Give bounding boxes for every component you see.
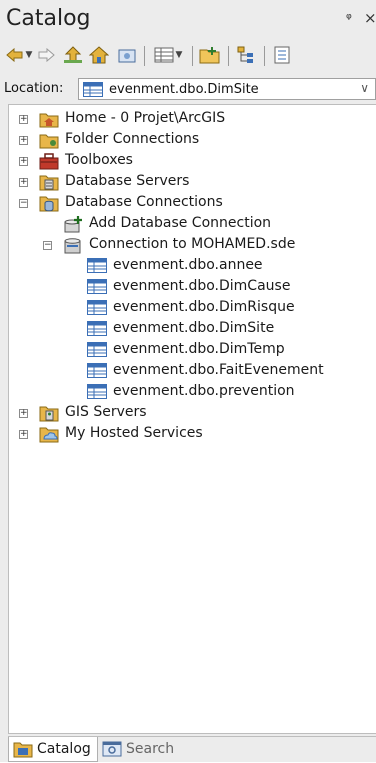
- expand-icon[interactable]: +: [19, 409, 28, 418]
- tree-node-database-servers[interactable]: + Database Servers: [9, 172, 369, 193]
- tab-search[interactable]: Search: [98, 737, 180, 761]
- add-connection-icon: [64, 216, 82, 233]
- connect-folder-icon: [199, 47, 220, 64]
- collapse-icon[interactable]: −: [43, 241, 52, 250]
- catalog-tree: + Home - 0 Projet\ArcGIS + Folder Connec…: [8, 104, 376, 734]
- tree-node-toolboxes[interactable]: + Toolboxes: [9, 151, 369, 172]
- expand-icon[interactable]: +: [19, 115, 28, 124]
- toolbox-icon: [39, 153, 59, 170]
- tree-node-sde-connection[interactable]: − Connection to MOHAMED.sde: [9, 235, 369, 256]
- tree-node-table[interactable]: evenment.dbo.prevention: [9, 382, 369, 403]
- home-button[interactable]: [88, 44, 110, 66]
- tree-node-table[interactable]: evenment.dbo.annee: [9, 256, 369, 277]
- table-icon: [87, 363, 107, 378]
- panel-tabs: Catalog Search: [8, 736, 376, 763]
- tree-node-add-database-connection[interactable]: Add Database Connection: [9, 214, 369, 235]
- sde-connection-icon: [64, 238, 81, 254]
- panel-title-bar: Catalog ᵠ ×: [0, 0, 376, 36]
- folder-icon: [39, 134, 59, 149]
- up-one-level-icon: [64, 46, 82, 63]
- tree-node-table[interactable]: evenment.dbo.FaitEvenement: [9, 361, 369, 382]
- expand-icon[interactable]: +: [19, 136, 28, 145]
- collapse-icon[interactable]: −: [19, 199, 28, 208]
- expand-icon[interactable]: +: [19, 178, 28, 187]
- tree-node-gis-servers[interactable]: + GIS Servers: [9, 403, 369, 424]
- catalog-toolbar: ▼ ▼: [0, 38, 376, 72]
- table-icon: [87, 258, 107, 273]
- connect-folder-button[interactable]: [198, 44, 222, 66]
- back-button[interactable]: ▼: [4, 44, 34, 66]
- database-connections-icon: [39, 196, 59, 212]
- tree-icon: [237, 46, 253, 63]
- table-icon: [87, 342, 107, 357]
- location-label: Location:: [4, 81, 64, 96]
- back-arrow-icon: [5, 48, 23, 62]
- properties-button[interactable]: [270, 44, 294, 66]
- forward-arrow-icon: [38, 48, 55, 62]
- gis-server-icon: [39, 406, 59, 422]
- location-combobox[interactable]: evenment.dbo.DimSite ∨: [78, 78, 376, 100]
- table-icon: [87, 300, 107, 315]
- table-icon: [87, 279, 107, 294]
- close-icon[interactable]: ×: [364, 9, 376, 27]
- database-server-icon: [39, 175, 59, 191]
- toggle-contents-icon: [118, 49, 136, 63]
- tree-node-table[interactable]: evenment.dbo.DimRisque: [9, 298, 369, 319]
- location-value: evenment.dbo.DimSite: [109, 82, 259, 97]
- home-folder-icon: [39, 113, 59, 128]
- view-options-button[interactable]: ▼: [150, 44, 186, 66]
- expand-icon[interactable]: +: [19, 157, 28, 166]
- tree-node-my-hosted-services[interactable]: + My Hosted Services: [9, 424, 369, 445]
- properties-icon: [274, 46, 290, 64]
- tree-view-button[interactable]: [234, 44, 258, 66]
- table-icon: [87, 321, 107, 336]
- chevron-down-icon[interactable]: ∨: [360, 81, 369, 95]
- toggle-contents-button[interactable]: [116, 44, 138, 66]
- search-window-icon: [102, 741, 122, 757]
- tree-node-database-connections[interactable]: − Database Connections: [9, 193, 369, 214]
- up-one-level-button[interactable]: [62, 44, 84, 66]
- tree-node-folder-connections[interactable]: + Folder Connections: [9, 130, 369, 151]
- expand-icon[interactable]: +: [19, 430, 28, 439]
- tree-node-table[interactable]: evenment.dbo.DimTemp: [9, 340, 369, 361]
- tab-catalog[interactable]: Catalog: [8, 737, 98, 762]
- hosted-services-icon: [39, 427, 59, 443]
- tree-node-home[interactable]: + Home - 0 Projet\ArcGIS: [9, 109, 369, 130]
- table-icon: [83, 82, 103, 97]
- tree-node-table[interactable]: evenment.dbo.DimSite: [9, 319, 369, 340]
- pin-icon[interactable]: ᵠ: [346, 11, 352, 27]
- home-icon: [89, 46, 109, 64]
- table-icon: [87, 384, 107, 399]
- panel-title: Catalog: [6, 6, 91, 31]
- location-row: Location: evenment.dbo.DimSite ∨: [0, 76, 376, 102]
- view-options-icon: [154, 47, 174, 63]
- catalog-panel: Catalog ᵠ × ▼ ▼ Location: evenment.dbo.D…: [0, 0, 376, 762]
- forward-button[interactable]: [36, 44, 56, 66]
- tree-node-table[interactable]: evenment.dbo.DimCause: [9, 277, 369, 298]
- catalog-icon: [13, 742, 33, 758]
